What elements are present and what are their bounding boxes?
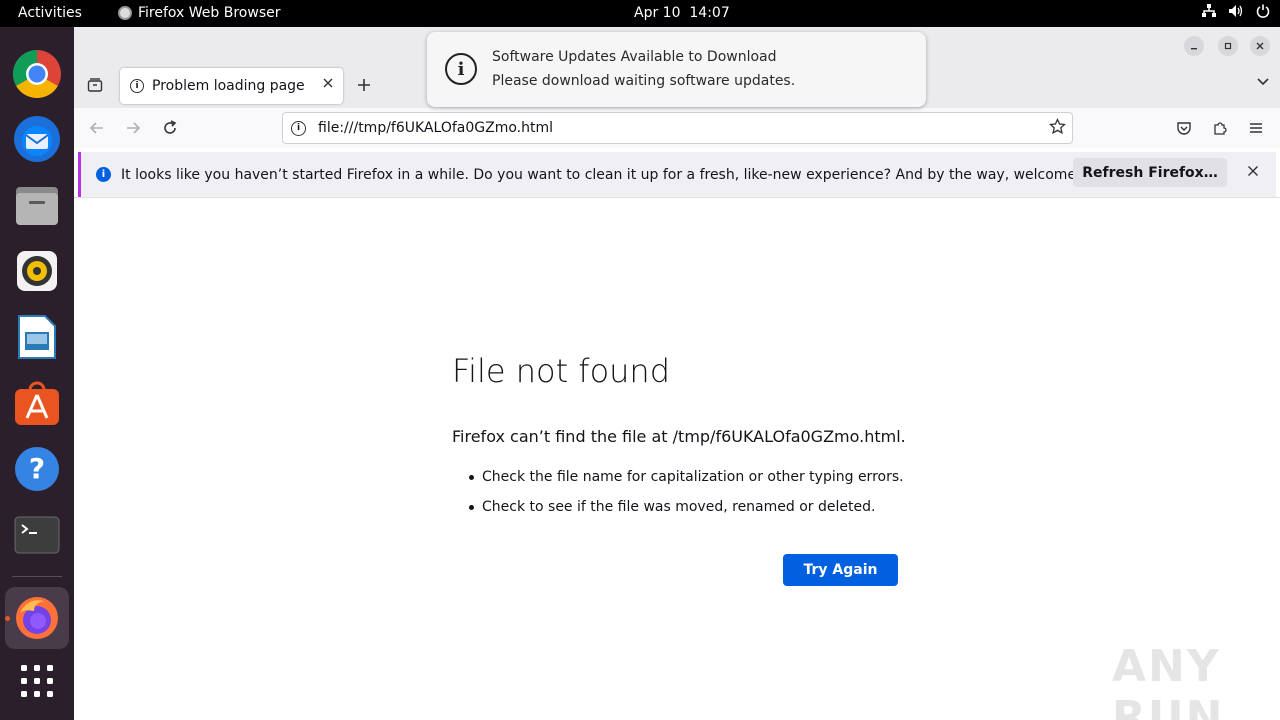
close-icon [1248, 166, 1258, 176]
dock-running-indicator [5, 616, 10, 621]
try-again-button[interactable]: Try Again [783, 554, 898, 586]
dock-separator [12, 576, 62, 577]
power-icon [1256, 4, 1270, 22]
notification-text: It looks like you haven’t started Firefo… [121, 166, 1120, 183]
thunderbird-icon [14, 116, 60, 162]
dock-item-firefox[interactable] [11, 592, 63, 644]
firefox-icon [16, 597, 58, 639]
app-menu[interactable]: Firefox Web Browser [118, 5, 281, 21]
firefox-view-icon [87, 78, 103, 92]
arrow-right-icon [127, 122, 141, 134]
error-title: File not found [452, 352, 671, 390]
close-window-button[interactable] [1250, 36, 1270, 56]
tab-info-icon: i [130, 79, 144, 93]
tab-close-button[interactable] [323, 76, 333, 92]
anyrun-watermark: ANY RUN [1112, 641, 1225, 720]
network-icon [1202, 4, 1216, 22]
url-text[interactable]: file:///tmp/f6UKALOfa0GZmo.html [318, 120, 553, 136]
clock-time: 14:07 [689, 5, 730, 21]
help-icon: ? [15, 447, 59, 491]
notification-close-button[interactable] [1247, 162, 1259, 181]
star-icon [1048, 117, 1067, 135]
dock-item-writer[interactable] [11, 311, 63, 363]
dock-item-rhythmbox[interactable] [11, 245, 63, 297]
firefox-view-button[interactable] [84, 74, 106, 96]
site-info-icon[interactable]: i [291, 120, 306, 136]
error-description: Firefox can’t find the file at /tmp/f6UK… [452, 427, 906, 446]
volume-icon [1228, 4, 1244, 22]
new-tab-button[interactable] [352, 73, 376, 97]
clock-date: Apr 10 [634, 5, 681, 21]
dock-item-thunderbird[interactable] [11, 113, 63, 165]
arrow-left-icon [89, 122, 103, 134]
software-updates-notification[interactable]: i Software Updates Available to Download… [427, 32, 926, 107]
minimize-icon [1191, 48, 1197, 50]
dock: ? [0, 27, 74, 720]
tab-problem-loading[interactable]: i Problem loading page [120, 68, 343, 104]
reload-icon [164, 120, 177, 134]
app-menu-button[interactable] [1245, 117, 1267, 139]
app-grid-icon [21, 665, 53, 697]
terminal-icon [14, 516, 60, 554]
puzzle-icon [1214, 122, 1227, 135]
list-all-tabs-button[interactable] [1256, 75, 1270, 91]
chevron-down-icon [1257, 78, 1269, 86]
error-tip: Check to see if the file was moved, rena… [452, 497, 904, 527]
info-icon: i [445, 53, 477, 85]
dock-item-help[interactable]: ? [11, 443, 63, 495]
url-bar[interactable]: i file:///tmp/f6UKALOfa0GZmo.html [282, 112, 1073, 144]
dock-item-app-grid[interactable] [11, 655, 63, 707]
notification-body: Please download waiting software updates… [492, 73, 796, 89]
firefox-window: i Problem loading page i file:///tmp/f6U… [74, 27, 1280, 720]
gnome-top-bar: Activities Firefox Web Browser Apr 10 14… [0, 0, 1280, 27]
plus-icon [358, 79, 370, 91]
minimize-button[interactable] [1184, 36, 1204, 56]
refresh-notification-bar: i It looks like you haven’t started Fire… [78, 152, 1276, 197]
error-tips-list: Check the file name for capitalization o… [452, 467, 904, 527]
rhythmbox-icon [17, 251, 57, 291]
dock-item-app-center[interactable] [11, 377, 63, 429]
close-icon [323, 78, 333, 88]
activities-button[interactable]: Activities [18, 5, 82, 21]
app-menu-label: Firefox Web Browser [138, 5, 281, 21]
files-icon [16, 187, 58, 225]
pocket-icon [1177, 122, 1191, 135]
forward-button[interactable] [122, 117, 144, 139]
libreoffice-writer-icon [18, 315, 56, 359]
close-icon [1256, 42, 1264, 50]
restore-icon [1224, 42, 1232, 50]
refresh-firefox-button[interactable]: Refresh Firefox… [1073, 158, 1227, 187]
svg-text:?: ? [29, 452, 45, 485]
app-center-icon [15, 381, 59, 425]
hamburger-icon [1250, 123, 1262, 133]
extensions-button[interactable] [1209, 117, 1231, 139]
maximize-button[interactable] [1218, 36, 1238, 56]
content-divider [74, 197, 1280, 198]
dock-item-chrome[interactable] [11, 48, 63, 100]
dock-item-terminal[interactable] [11, 509, 63, 561]
bookmark-star-button[interactable] [1048, 117, 1067, 140]
firefox-small-icon [118, 6, 132, 20]
chrome-icon [12, 49, 61, 99]
system-tray[interactable] [1202, 4, 1270, 22]
clock[interactable]: Apr 10 14:07 [634, 5, 730, 21]
info-icon: i [96, 167, 111, 182]
reload-button[interactable] [159, 117, 181, 139]
pocket-button[interactable] [1173, 117, 1195, 139]
back-button[interactable] [86, 117, 108, 139]
notification-title: Software Updates Available to Download [492, 49, 777, 65]
error-tip: Check the file name for capitalization o… [452, 467, 904, 497]
tab-title: Problem loading page [152, 78, 305, 94]
navigation-toolbar: i file:///tmp/f6UKALOfa0GZmo.html [74, 108, 1280, 148]
dock-item-files[interactable] [11, 179, 63, 231]
